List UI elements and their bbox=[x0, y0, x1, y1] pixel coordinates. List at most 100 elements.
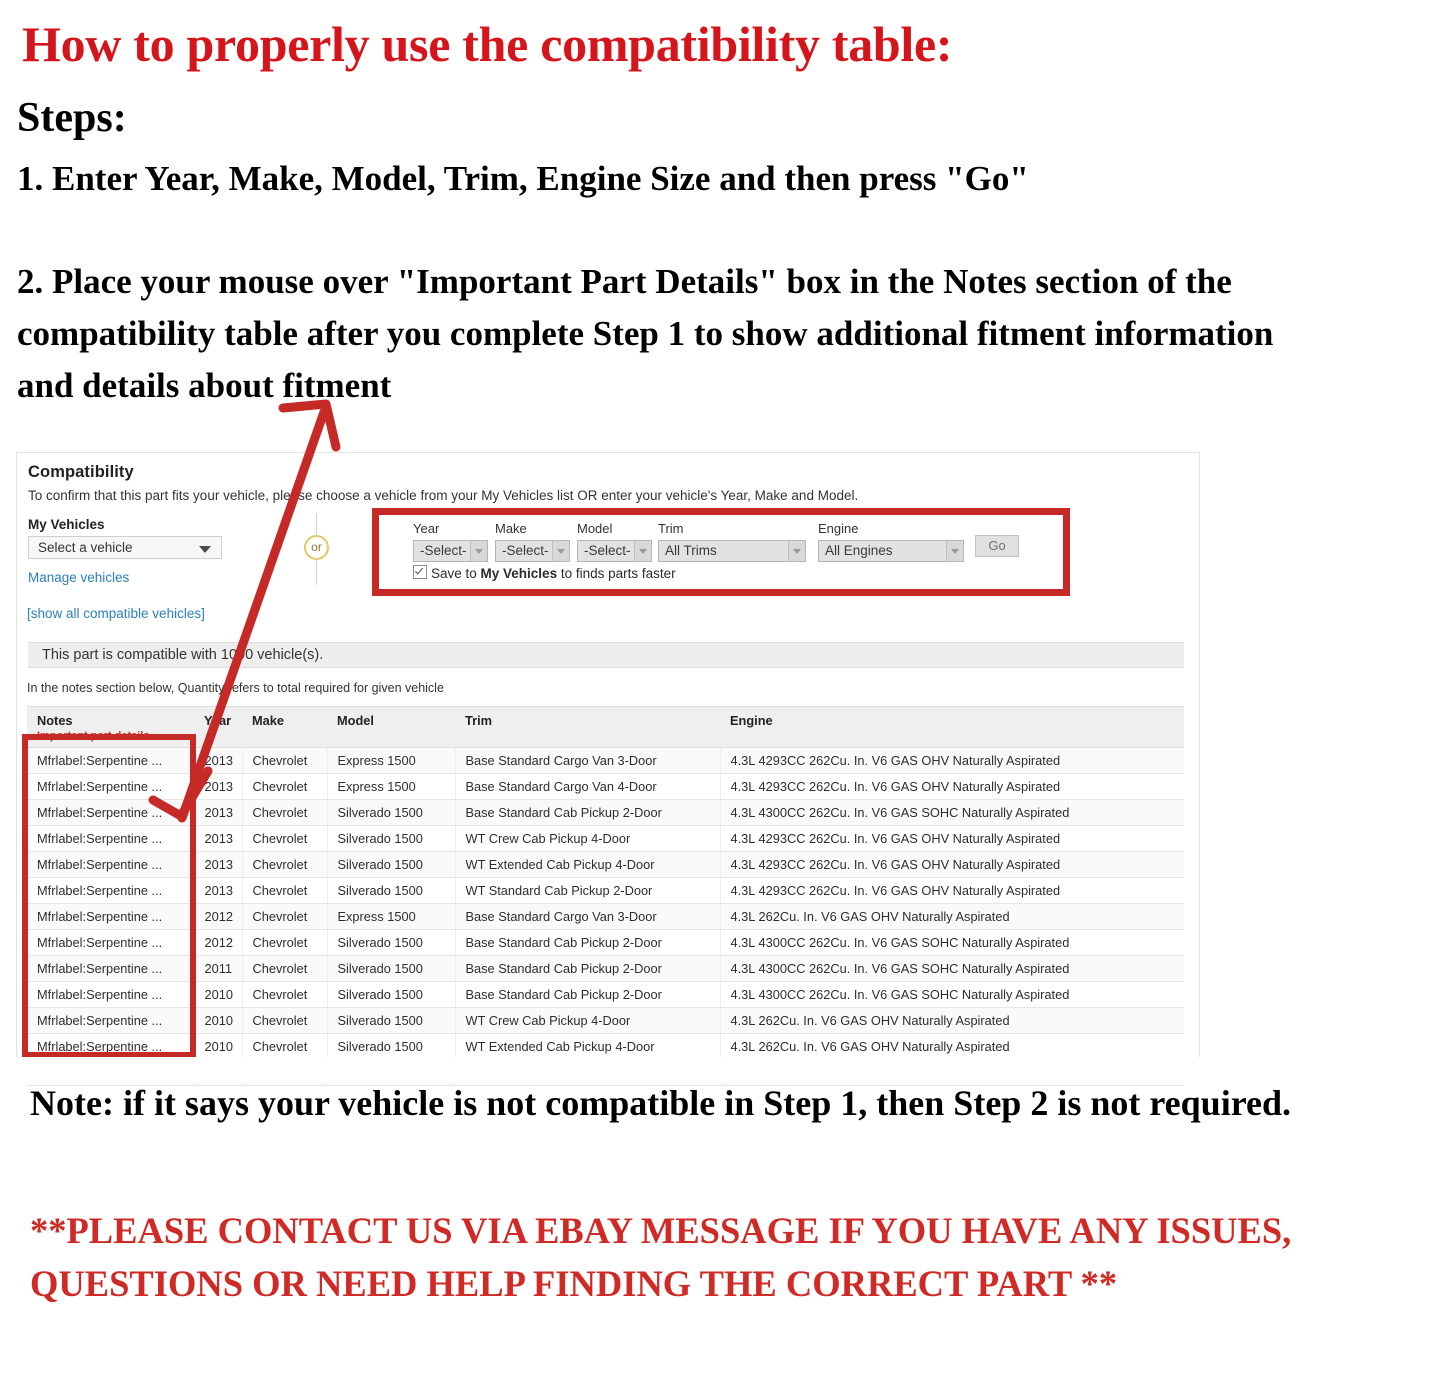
cell-engine: 4.3L 4293CC 262Cu. In. V6 GAS OHV Natura… bbox=[720, 747, 1184, 774]
cell-year: 2013 bbox=[194, 799, 243, 826]
cell-trim: WT Crew Cab Pickup 4-Door bbox=[455, 825, 721, 852]
column-header-engine[interactable]: Engine bbox=[720, 706, 1184, 748]
cell-year: 2010 bbox=[194, 1007, 243, 1034]
cell-make: Chevrolet bbox=[242, 1007, 328, 1034]
cell-year: 2012 bbox=[194, 929, 243, 956]
table-row[interactable]: Mfrlabel:Serpentine ...2010ChevroletSilv… bbox=[27, 1007, 1184, 1034]
cell-year: 2011 bbox=[194, 955, 243, 982]
cell-engine: 4.3L 4300CC 262Cu. In. V6 GAS SOHC Natur… bbox=[720, 929, 1184, 956]
vehicle-select-dropdown[interactable]: Select a vehicle bbox=[28, 536, 222, 559]
cell-year: 2010 bbox=[194, 1033, 243, 1060]
cell-engine: 4.3L 262Cu. In. V6 GAS OHV Naturally Asp… bbox=[720, 903, 1184, 930]
cell-trim: Base Standard Cab Pickup 2-Door bbox=[455, 981, 721, 1008]
column-header-notes[interactable]: Notes Important part details bbox=[27, 706, 194, 748]
cell-notes: Mfrlabel:Serpentine ... bbox=[27, 877, 195, 904]
cell-notes: Mfrlabel:Serpentine ... bbox=[27, 825, 195, 852]
table-row[interactable]: Mfrlabel:Serpentine ... 2013 Chevrolet Silv… bbox=[27, 799, 1184, 826]
important-part-details-label[interactable]: Important part details bbox=[37, 730, 194, 742]
compatibility-subtext: To confirm that this part fits your vehi… bbox=[28, 488, 859, 503]
column-header-notes-label: Notes bbox=[37, 713, 73, 728]
column-header-model[interactable]: Model bbox=[327, 706, 455, 748]
cell-trim: WT Extended Cab Pickup 4-Door bbox=[455, 1033, 721, 1060]
table-row[interactable]: Mfrlabel:Serpentine ... 2013 Chevrolet Silv… bbox=[27, 825, 1184, 852]
compatibility-heading: Compatibility bbox=[28, 463, 134, 481]
show-all-compatible-vehicles-link[interactable]: [show all compatible vehicles] bbox=[27, 606, 205, 621]
cell-trim: Base Standard Cargo Van 3-Door bbox=[455, 903, 721, 930]
cell-trim: WT Extended Cab Pickup 4-Door bbox=[455, 851, 721, 878]
cell-make: Chevrolet bbox=[242, 1033, 328, 1060]
cell-engine: 4.3L 262Cu. In. V6 GAS OHV Naturally Asp… bbox=[720, 1033, 1184, 1060]
cell-notes: Mfrlabel:Serpentine ... bbox=[27, 773, 195, 800]
contact-text: **PLEASE CONTACT US VIA EBAY MESSAGE IF … bbox=[30, 1210, 1292, 1305]
table-row[interactable]: Mfrlabel:Serpentine ... 2013 Chevrolet Expr… bbox=[27, 773, 1184, 800]
steps-label: Steps: bbox=[17, 95, 127, 141]
table-row[interactable]: Mfrlabel:Serpentine ... 2013 Chevrolet Expr… bbox=[27, 747, 1184, 774]
cell-year: 2013 bbox=[194, 877, 243, 904]
cell-make: Chevrolet bbox=[242, 747, 328, 774]
cell-notes: Mfrlabel:Serpentine ... bbox=[27, 851, 195, 878]
table-row[interactable]: Mfrlabel:Serpentine ... 2012 Chevrolet Expr… bbox=[27, 903, 1184, 930]
manage-vehicles-link[interactable]: Manage vehicles bbox=[28, 570, 129, 585]
cell-model: Silverado 1500 bbox=[327, 955, 456, 982]
step-1-instruction: 1. Enter Year, Make, Model, Trim, Engine… bbox=[17, 159, 1029, 198]
cell-model: Express 1500 bbox=[327, 903, 456, 930]
cell-make: Chevrolet bbox=[242, 773, 328, 800]
cell-model: Express 1500 bbox=[327, 747, 456, 774]
cell-model: Silverado 1500 bbox=[327, 981, 456, 1008]
cell-trim: Base Standard Cab Pickup 2-Door bbox=[455, 955, 721, 982]
cell-model: Silverado 1500 bbox=[327, 929, 456, 956]
cell-make: Chevrolet bbox=[242, 851, 328, 878]
table-row[interactable]: Mfrlabel:Serpentine ...2010ChevroletSilv… bbox=[27, 1033, 1184, 1060]
form-highlight-box bbox=[372, 508, 1070, 596]
cell-make: Chevrolet bbox=[242, 799, 328, 826]
column-header-year[interactable]: Year bbox=[194, 706, 242, 748]
cell-make: Chevrolet bbox=[242, 903, 328, 930]
cell-year: 2013 bbox=[194, 825, 243, 852]
cell-notes: Mfrlabel:Serpentine ... bbox=[27, 903, 195, 930]
vehicle-select-value: Select a vehicle bbox=[38, 540, 133, 555]
cell-model: Silverado 1500 bbox=[327, 1033, 456, 1060]
cell-engine: 4.3L 4293CC 262Cu. In. V6 GAS OHV Natura… bbox=[720, 851, 1184, 878]
column-header-make[interactable]: Make bbox=[242, 706, 327, 748]
cell-year: 2010 bbox=[194, 981, 243, 1008]
cell-engine: 4.3L 4293CC 262Cu. In. V6 GAS OHV Natura… bbox=[720, 825, 1184, 852]
cell-model: Silverado 1500 bbox=[327, 825, 456, 852]
chevron-down-icon bbox=[199, 546, 211, 553]
table-row[interactable]: Mfrlabel:Serpentine ... 2013 Chevrolet Silv… bbox=[27, 851, 1184, 878]
cell-make: Chevrolet bbox=[242, 981, 328, 1008]
cell-year: 2013 bbox=[194, 747, 243, 774]
cell-make: Chevrolet bbox=[242, 955, 328, 982]
cell-engine: 4.3L 262Cu. In. V6 GAS OHV Naturally Asp… bbox=[720, 1007, 1184, 1034]
table-row[interactable]: Mfrlabel:Serpentine ... 2012 Chevrolet Silv… bbox=[27, 929, 1184, 956]
cell-engine: 4.3L 4293CC 262Cu. In. V6 GAS OHV Natura… bbox=[720, 773, 1184, 800]
table-row[interactable]: Mfrlabel:Serpentine ... 2011 Chevrolet Silv… bbox=[27, 955, 1184, 982]
cell-notes: Mfrlabel:Serpentine ... bbox=[27, 929, 195, 956]
page-title: How to properly use the compatibility ta… bbox=[22, 16, 953, 72]
table-header-row: Notes Important part details Year Make M… bbox=[27, 706, 1184, 748]
cell-model: Silverado 1500 bbox=[327, 1007, 456, 1034]
cell-year: 2012 bbox=[194, 903, 243, 930]
cell-model: Silverado 1500 bbox=[327, 851, 456, 878]
compatibility-table: Notes Important part details Year Make M… bbox=[27, 706, 1184, 1086]
cell-model: Silverado 1500 bbox=[327, 799, 456, 826]
table-row[interactable]: Mfrlabel:Serpentine ...2010ChevroletSilv… bbox=[27, 981, 1184, 1008]
cell-trim: WT Crew Cab Pickup 4-Door bbox=[455, 1007, 721, 1034]
cell-engine: 4.3L 4300CC 262Cu. In. V6 GAS SOHC Natur… bbox=[720, 955, 1184, 982]
cell-trim: Base Standard Cab Pickup 2-Door bbox=[455, 929, 721, 956]
note-text: Note: if it says your vehicle is not com… bbox=[30, 1083, 1292, 1123]
cell-notes: Mfrlabel:Serpentine ... bbox=[27, 981, 195, 1008]
column-header-trim[interactable]: Trim bbox=[455, 706, 720, 748]
compatible-count-banner: This part is compatible with 1000 vehicl… bbox=[28, 642, 1184, 668]
cell-notes: Mfrlabel:Serpentine ... bbox=[27, 1007, 195, 1034]
table-row[interactable]: Mfrlabel:Serpentine ... 2013 Chevrolet Silv… bbox=[27, 877, 1184, 904]
step-2-instruction: 2. Place your mouse over "Important Part… bbox=[17, 262, 1274, 405]
table-body: Mfrlabel:Serpentine ... 2013 Chevrolet Expr… bbox=[27, 747, 1184, 1086]
my-vehicles-label: My Vehicles bbox=[28, 517, 105, 532]
cell-make: Chevrolet bbox=[242, 929, 328, 956]
cell-notes: Mfrlabel:Serpentine ... bbox=[27, 955, 195, 982]
or-divider: or bbox=[299, 513, 335, 585]
cell-year: 2013 bbox=[194, 851, 243, 878]
cell-notes: Mfrlabel:Serpentine ... bbox=[27, 747, 195, 774]
cell-trim: Base Standard Cargo Van 3-Door bbox=[455, 747, 721, 774]
cell-engine: 4.3L 4300CC 262Cu. In. V6 GAS SOHC Natur… bbox=[720, 981, 1184, 1008]
